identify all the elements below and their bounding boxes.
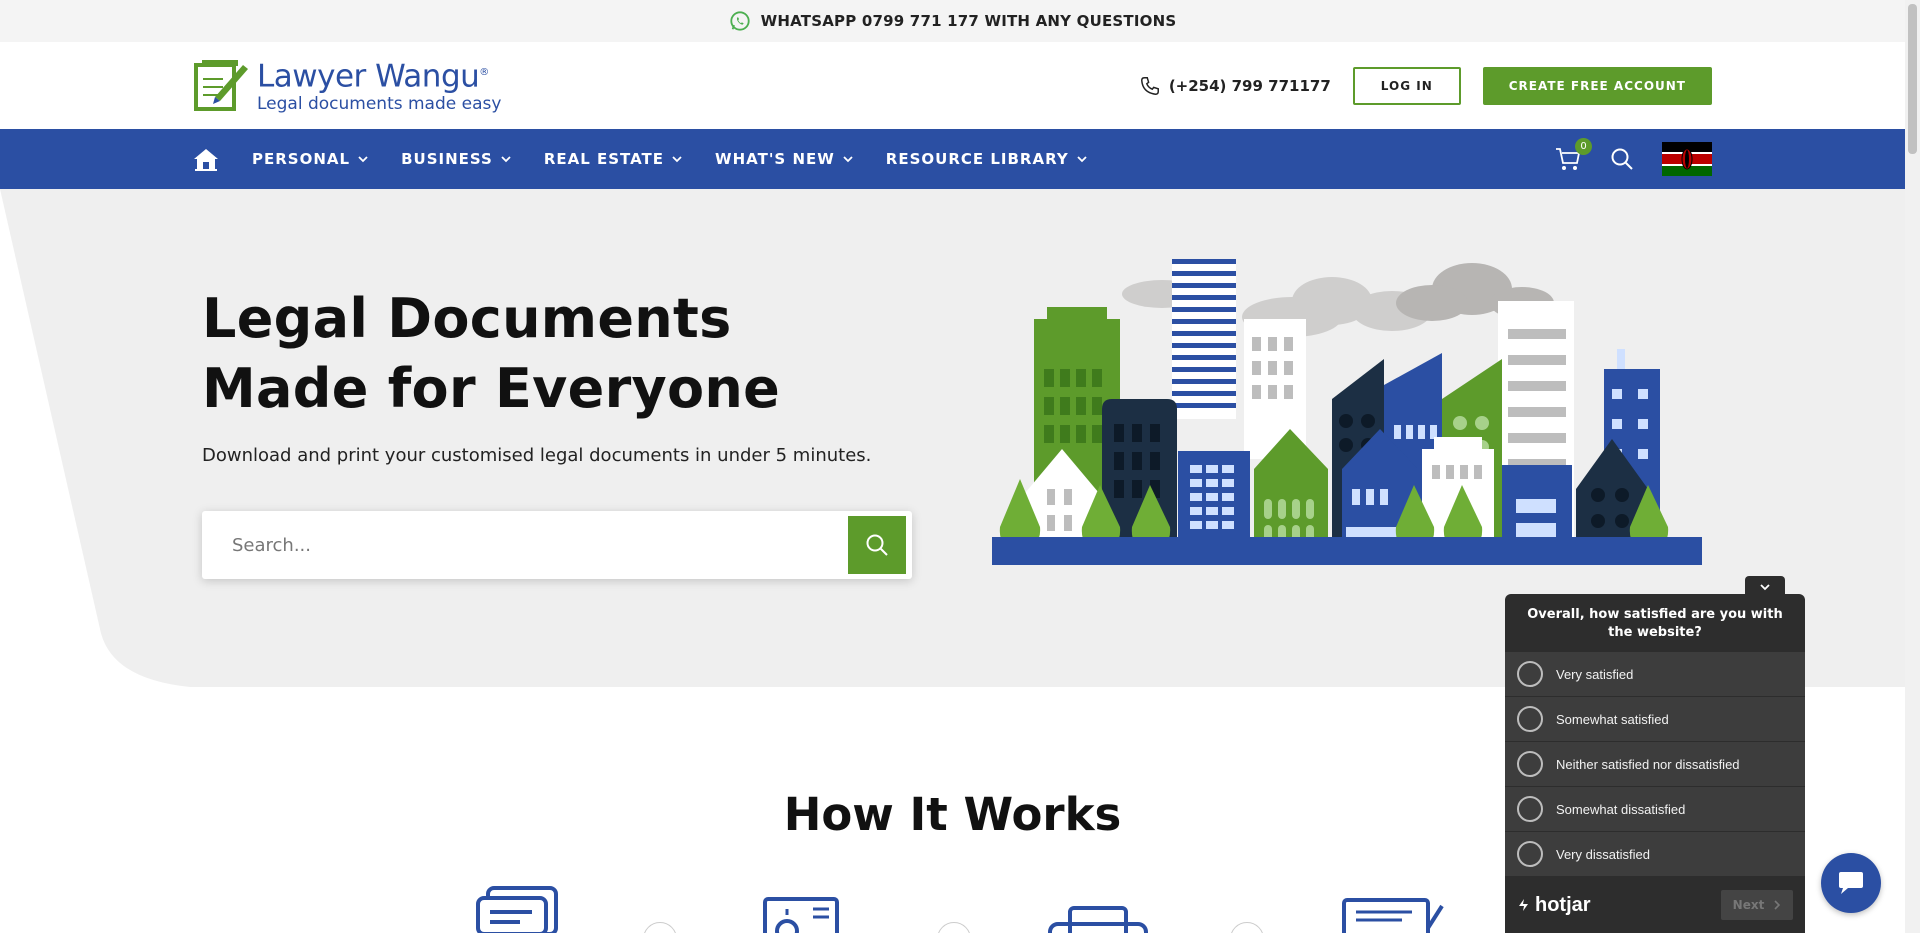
survey-next-button[interactable]: Next	[1721, 890, 1793, 920]
survey-footer: hotjar Next	[1505, 877, 1805, 933]
survey-option-label: Somewhat satisfied	[1556, 711, 1669, 727]
survey-option-somewhat-dissatisfied[interactable]: Somewhat dissatisfied	[1505, 787, 1805, 831]
phone-icon	[1140, 76, 1159, 95]
hotjar-logo[interactable]: hotjar	[1517, 894, 1591, 917]
logo-name: Lawyer Wangu	[257, 58, 480, 95]
create-account-button[interactable]: CREATE FREE ACCOUNT	[1482, 66, 1712, 105]
survey-option-very-satisfied[interactable]: Very satisfied	[1505, 652, 1805, 696]
hero-title: Legal Documents Made for Everyone	[202, 284, 780, 424]
cart-count-badge: 0	[1575, 138, 1592, 155]
step-connector-dot	[1230, 922, 1264, 933]
hero-search	[202, 511, 912, 579]
home-icon[interactable]	[193, 147, 219, 171]
survey-option-somewhat-satisfied[interactable]: Somewhat satisfied	[1505, 697, 1805, 741]
survey-option-very-dissatisfied[interactable]: Very dissatisfied	[1505, 832, 1805, 876]
whatsapp-banner-text: WHATSAPP 0799 771 177 WITH ANY QUESTIONS	[760, 12, 1177, 30]
radio-button[interactable]	[1517, 841, 1543, 867]
screen-idea-icon	[763, 897, 839, 933]
cart-button[interactable]: 0	[1554, 138, 1592, 173]
page: WHATSAPP 0799 771 177 WITH ANY QUESTIONS…	[0, 0, 1905, 933]
documents-icon	[476, 886, 558, 933]
main-nav: PERSONAL BUSINESS REAL ESTATE WHAT'S NEW…	[0, 129, 1905, 189]
chevron-down-icon	[1077, 155, 1087, 162]
hotjar-brand-text: hotjar	[1535, 893, 1591, 916]
printer-icon	[1048, 906, 1148, 933]
logo-tagline: Legal documents made easy	[257, 93, 502, 114]
chevron-right-icon	[1774, 900, 1781, 910]
radio-button[interactable]	[1517, 661, 1543, 687]
nav-item-real-estate[interactable]: REAL ESTATE	[544, 150, 682, 168]
survey-option-label: Somewhat dissatisfied	[1556, 801, 1686, 817]
hotjar-flame-icon	[1519, 899, 1528, 911]
nav-item-resource-library[interactable]: RESOURCE LIBRARY	[886, 150, 1087, 168]
document-pen-icon	[194, 60, 248, 112]
chat-launcher-button[interactable]	[1821, 853, 1881, 913]
nav-item-personal[interactable]: PERSONAL	[252, 150, 368, 168]
nav-item-whats-new[interactable]: WHAT'S NEW	[715, 150, 853, 168]
survey-option-label: Very dissatisfied	[1556, 846, 1650, 862]
nav-item-label: WHAT'S NEW	[715, 150, 835, 168]
chat-bubble-icon	[1839, 872, 1863, 894]
nav-item-label: PERSONAL	[252, 150, 351, 168]
signed-document-icon	[1342, 898, 1444, 933]
site-logo[interactable]: Lawyer Wangu® Legal documents made easy	[193, 57, 502, 114]
radio-button[interactable]	[1517, 796, 1543, 822]
nav-item-label: RESOURCE LIBRARY	[885, 150, 1069, 168]
survey-next-label: Next	[1732, 898, 1765, 912]
search-icon	[866, 534, 888, 556]
login-button[interactable]: LOG IN	[1352, 66, 1461, 105]
phone-number: (+254) 799 771177	[1168, 76, 1331, 95]
chevron-down-icon	[501, 155, 511, 162]
nav-item-label: BUSINESS	[401, 150, 493, 168]
logo-registered-mark: ®	[479, 67, 489, 79]
survey-option-neutral[interactable]: Neither satisfied nor dissatisfied	[1505, 742, 1805, 786]
step-connector-dot	[937, 922, 971, 933]
scrollbar-thumb[interactable]	[1908, 4, 1917, 154]
nav-item-business[interactable]: BUSINESS	[401, 150, 511, 168]
hotjar-survey-widget: Overall, how satisfied are you with the …	[1505, 594, 1805, 933]
chevron-down-icon	[843, 155, 853, 162]
kenya-flag-icon[interactable]	[1662, 142, 1712, 176]
phone-link[interactable]: (+254) 799 771177	[1139, 75, 1331, 97]
chevron-down-icon	[358, 155, 368, 162]
hero-title-line1: Legal Documents	[202, 287, 732, 350]
survey-option-label: Neither satisfied nor dissatisfied	[1556, 756, 1740, 772]
hero-subtitle: Download and print your customised legal…	[202, 445, 872, 466]
site-header: Lawyer Wangu® Legal documents made easy …	[0, 42, 1905, 129]
chevron-down-icon	[1760, 584, 1770, 591]
hero-title-line2: Made for Everyone	[202, 357, 781, 420]
survey-question: Overall, how satisfied are you with the …	[1527, 607, 1783, 640]
chevron-down-icon	[672, 155, 682, 162]
whatsapp-banner[interactable]: WHATSAPP 0799 771 177 WITH ANY QUESTIONS	[0, 0, 1905, 42]
city-illustration	[992, 259, 1702, 565]
survey-option-label: Very satisfied	[1556, 666, 1634, 682]
page-scrollbar[interactable]	[1905, 0, 1920, 933]
hero-search-input[interactable]	[202, 515, 848, 575]
search-icon[interactable]	[1610, 147, 1634, 171]
radio-button[interactable]	[1517, 751, 1543, 777]
whatsapp-icon	[730, 11, 750, 31]
step-connector-dot	[643, 922, 677, 933]
hero-search-button[interactable]	[848, 516, 906, 574]
radio-button[interactable]	[1517, 706, 1543, 732]
nav-item-label: REAL ESTATE	[543, 150, 665, 168]
